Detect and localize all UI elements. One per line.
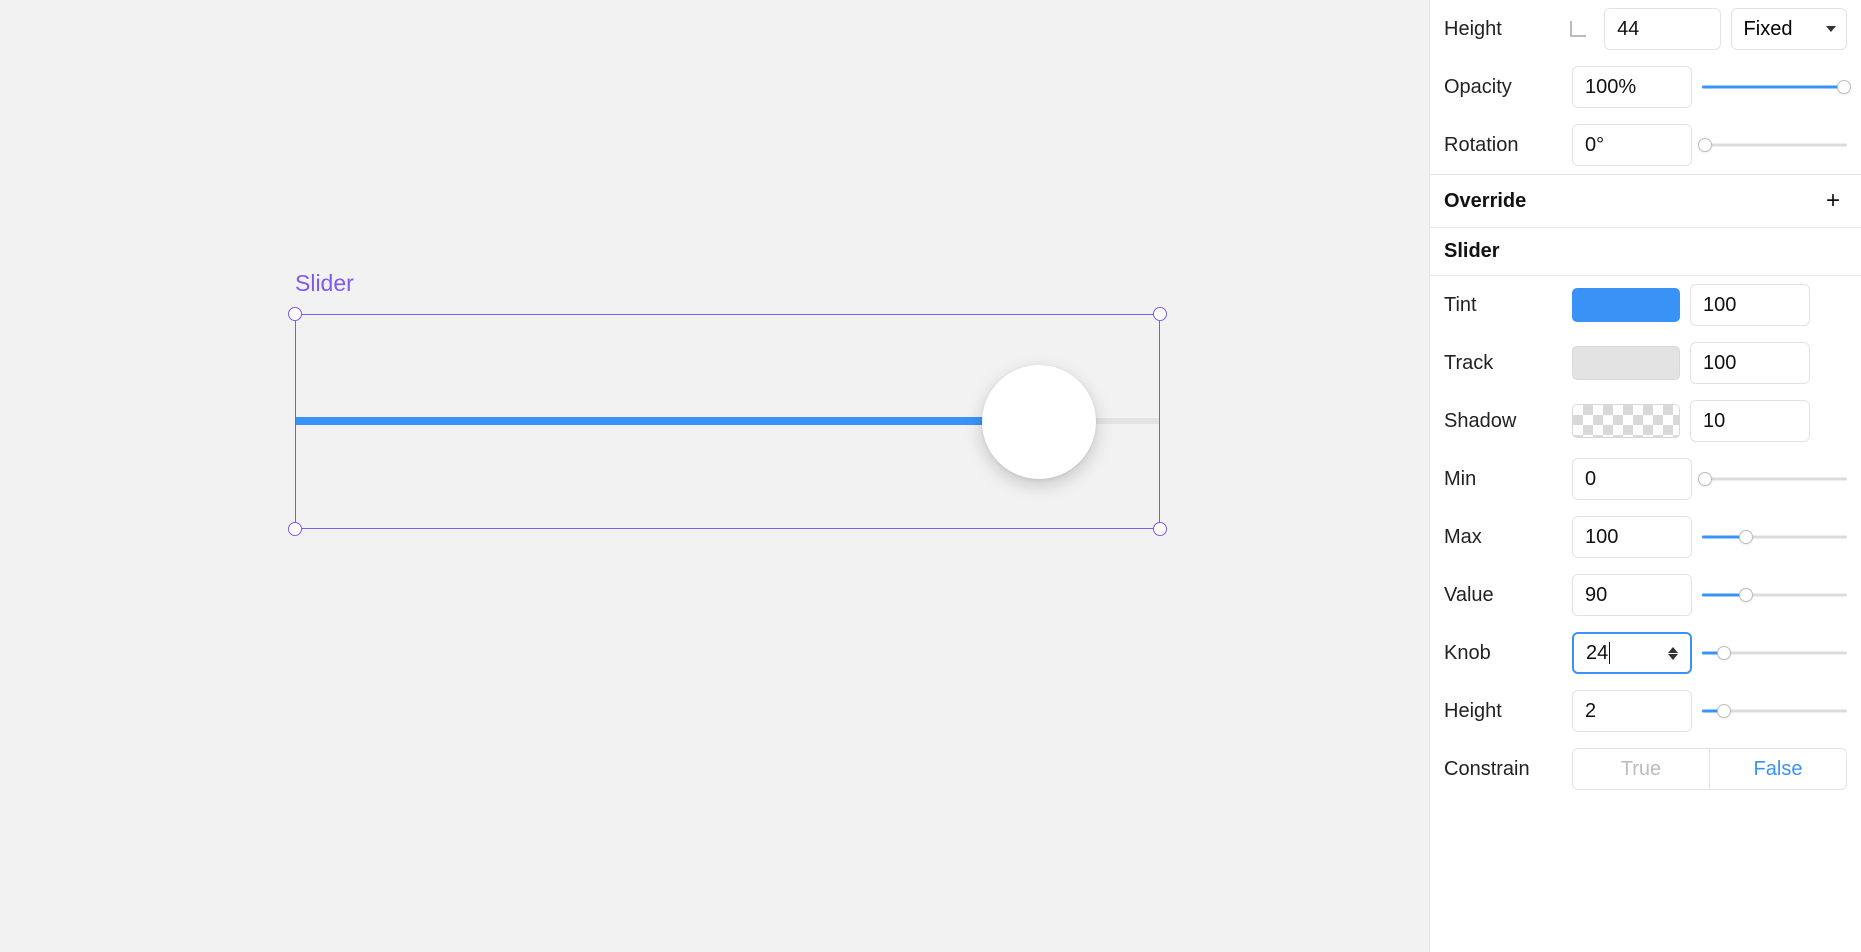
slider-height-input[interactable]: 2 <box>1572 690 1692 732</box>
label-slider-height: Height <box>1444 700 1562 723</box>
slider-knob[interactable] <box>982 365 1096 479</box>
add-override-button[interactable]: + <box>1819 187 1847 215</box>
height-input[interactable]: 44 <box>1604 8 1720 50</box>
section-slider: Slider <box>1430 228 1861 275</box>
row-slider-height: Height 2 <box>1430 682 1861 740</box>
knob-stepper[interactable] <box>1668 647 1678 660</box>
constrain-true[interactable]: True <box>1573 749 1709 789</box>
label-value: Value <box>1444 584 1562 607</box>
label-track: Track <box>1444 352 1562 375</box>
row-value: Value 90 <box>1430 566 1861 624</box>
dimension-icon <box>1570 21 1586 37</box>
slider-fill <box>296 417 1012 425</box>
value-input[interactable]: 90 <box>1572 574 1692 616</box>
label-opacity: Opacity <box>1444 76 1562 99</box>
row-constrain: Constrain True False <box>1430 740 1861 798</box>
row-tint: Tint 100 <box>1430 276 1861 334</box>
label-height: Height <box>1444 18 1560 41</box>
row-min: Min 0 <box>1430 450 1861 508</box>
min-input[interactable]: 0 <box>1572 458 1692 500</box>
tint-swatch[interactable] <box>1572 288 1680 322</box>
label-min: Min <box>1444 468 1562 491</box>
min-slider[interactable] <box>1702 469 1847 489</box>
max-slider[interactable] <box>1702 527 1847 547</box>
row-knob: Knob 24 <box>1430 624 1861 682</box>
label-shadow: Shadow <box>1444 410 1562 433</box>
section-override: Override + <box>1430 175 1861 227</box>
shadow-alpha-input[interactable]: 10 <box>1690 400 1810 442</box>
override-title: Override <box>1444 190 1526 213</box>
opacity-input[interactable]: 100% <box>1572 66 1692 108</box>
row-max: Max 100 <box>1430 508 1861 566</box>
knob-slider[interactable] <box>1702 643 1847 663</box>
inspector-panel: Height 44 Fixed Opacity 100% Rota <box>1429 0 1861 952</box>
label-knob: Knob <box>1444 642 1562 665</box>
knob-input[interactable]: 24 <box>1572 632 1692 674</box>
constrain-false[interactable]: False <box>1709 749 1846 789</box>
element-label[interactable]: Slider <box>295 270 354 297</box>
canvas[interactable]: Slider <box>0 0 1429 952</box>
resize-handle-top-left[interactable] <box>288 307 302 321</box>
label-constrain: Constrain <box>1444 758 1562 781</box>
value-slider[interactable] <box>1702 585 1847 605</box>
row-track: Track 100 <box>1430 334 1861 392</box>
resize-handle-bottom-right[interactable] <box>1153 522 1167 536</box>
tint-alpha-input[interactable]: 100 <box>1690 284 1810 326</box>
resize-handle-top-right[interactable] <box>1153 307 1167 321</box>
slider-height-slider[interactable] <box>1702 701 1847 721</box>
rotation-slider[interactable] <box>1702 135 1847 155</box>
row-rotation: Rotation 0° <box>1430 116 1861 174</box>
label-tint: Tint <box>1444 294 1562 317</box>
opacity-slider[interactable] <box>1702 77 1847 97</box>
track-alpha-input[interactable]: 100 <box>1690 342 1810 384</box>
max-input[interactable]: 100 <box>1572 516 1692 558</box>
height-mode-select[interactable]: Fixed <box>1731 8 1847 50</box>
resize-handle-bottom-left[interactable] <box>288 522 302 536</box>
label-max: Max <box>1444 526 1562 549</box>
track-swatch[interactable] <box>1572 346 1680 380</box>
label-rotation: Rotation <box>1444 134 1562 157</box>
constrain-toggle[interactable]: True False <box>1572 748 1847 790</box>
stepper-down-icon[interactable] <box>1668 654 1678 660</box>
row-height: Height 44 Fixed <box>1430 0 1861 58</box>
row-shadow: Shadow 10 <box>1430 392 1861 450</box>
rotation-input[interactable]: 0° <box>1572 124 1692 166</box>
stepper-up-icon[interactable] <box>1668 647 1678 653</box>
shadow-swatch[interactable] <box>1572 404 1680 438</box>
row-opacity: Opacity 100% <box>1430 58 1861 116</box>
slider-component[interactable] <box>296 417 1159 427</box>
selection-bounds[interactable] <box>295 314 1160 529</box>
slider-section-title: Slider <box>1444 240 1500 263</box>
chevron-down-icon <box>1826 26 1836 32</box>
